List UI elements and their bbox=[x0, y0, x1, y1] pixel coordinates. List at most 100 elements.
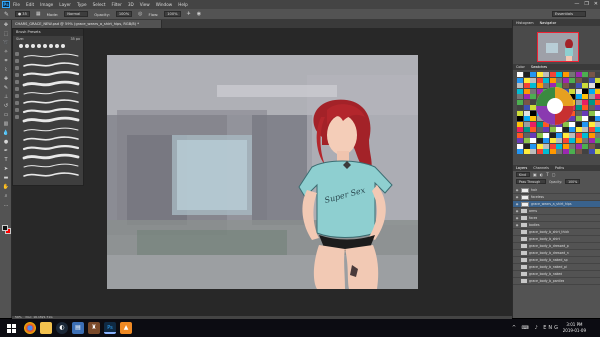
file-explorer-icon[interactable]: ▤ bbox=[72, 322, 84, 334]
blend-mode-select[interactable]: Pass Through bbox=[516, 179, 546, 184]
visibility-eye-icon[interactable]: ◉ bbox=[515, 188, 519, 192]
color-swatch[interactable] bbox=[517, 99, 523, 105]
brush-side-icon-7[interactable] bbox=[15, 94, 19, 98]
eraser-tool-icon[interactable]: ▭ bbox=[2, 112, 10, 119]
layer-name[interactable]: grace_body_b_naked bbox=[529, 272, 562, 276]
color-swatch[interactable] bbox=[588, 88, 595, 94]
layer-row[interactable]: grace_body_b_naked bbox=[513, 271, 600, 278]
brush-side-icon-3[interactable] bbox=[15, 66, 19, 70]
color-swatch[interactable] bbox=[517, 116, 523, 121]
brush-preset-item[interactable] bbox=[22, 107, 80, 115]
visibility-eye-icon[interactable] bbox=[515, 244, 519, 248]
color-swatch[interactable] bbox=[543, 149, 549, 154]
layer-name[interactable]: grace_body_b_dressed_p bbox=[529, 244, 569, 248]
color-swatch[interactable] bbox=[562, 132, 569, 138]
color-swatch[interactable] bbox=[562, 143, 569, 149]
color-swatch[interactable] bbox=[556, 132, 562, 138]
photoshop-taskbar-icon[interactable]: Ps bbox=[104, 322, 116, 334]
color-swatch[interactable] bbox=[595, 88, 600, 94]
layer-row[interactable]: ◉ bodies bbox=[513, 222, 600, 229]
color-swatch[interactable] bbox=[536, 143, 543, 149]
color-swatch[interactable] bbox=[562, 138, 569, 143]
filter-shape-icon[interactable]: ▢ bbox=[552, 172, 556, 177]
system-tray[interactable]: ^ ⌨ ♪ ENG bbox=[512, 325, 560, 331]
brush-tip-8[interactable] bbox=[61, 44, 65, 48]
visibility-eye-icon[interactable] bbox=[515, 272, 519, 276]
color-swatch[interactable] bbox=[582, 116, 588, 121]
color-swatch[interactable] bbox=[523, 121, 530, 127]
color-swatch[interactable] bbox=[582, 121, 588, 127]
layer-row[interactable]: ◉ hair bbox=[513, 187, 600, 194]
crop-tool-icon[interactable]: ⌗ bbox=[2, 58, 10, 65]
layer-name[interactable]: arms bbox=[529, 209, 537, 213]
tab-color[interactable]: Color bbox=[516, 65, 525, 69]
layer-row[interactable]: ◉ faces bbox=[513, 215, 600, 222]
navigator-thumbnail[interactable] bbox=[537, 32, 579, 62]
brush-side-icon-5[interactable] bbox=[15, 80, 19, 84]
color-swatch[interactable] bbox=[556, 149, 562, 154]
color-swatch[interactable] bbox=[523, 94, 530, 99]
taskbar-clock[interactable]: 3:01 PM 2019-01-09 bbox=[563, 322, 586, 334]
layer-row[interactable]: ◉ grace_wears_a_shirt_hips bbox=[513, 201, 600, 208]
color-swatch[interactable] bbox=[588, 127, 595, 132]
healing-tool-icon[interactable]: ✚ bbox=[2, 76, 10, 83]
color-swatch[interactable] bbox=[582, 77, 588, 83]
color-swatch[interactable] bbox=[517, 72, 523, 77]
color-swatch[interactable] bbox=[562, 72, 569, 77]
brush-side-icon-1[interactable] bbox=[15, 52, 19, 56]
color-swatch[interactable] bbox=[575, 149, 582, 154]
layer-name[interactable]: faceless bbox=[531, 195, 544, 199]
menu-3d[interactable]: 3D bbox=[128, 2, 134, 7]
color-swatch[interactable] bbox=[562, 149, 569, 154]
color-swatch[interactable] bbox=[523, 143, 530, 149]
brush-tip-2[interactable] bbox=[25, 44, 29, 48]
document-tab[interactable]: CHARS_GRACE_NEW.psd @ 59% (grace_wears_a… bbox=[12, 20, 162, 28]
brush-preset-item[interactable] bbox=[22, 98, 80, 106]
color-swatch[interactable] bbox=[575, 143, 582, 149]
hand-tool-icon[interactable]: ✋ bbox=[2, 184, 10, 191]
color-swatch[interactable] bbox=[517, 132, 523, 138]
brush-preset-item[interactable] bbox=[22, 126, 80, 134]
close-icon[interactable]: ✕ bbox=[594, 1, 598, 7]
visibility-eye-icon[interactable]: ◉ bbox=[515, 209, 519, 213]
shape-tool-icon[interactable]: ▬ bbox=[2, 175, 10, 182]
brush-tip-6[interactable] bbox=[49, 44, 53, 48]
color-swatch[interactable] bbox=[595, 149, 600, 154]
visibility-eye-icon[interactable] bbox=[515, 279, 519, 283]
brush-preset-item[interactable] bbox=[22, 162, 80, 170]
color-swatch[interactable] bbox=[549, 72, 556, 77]
color-swatch[interactable] bbox=[595, 110, 600, 116]
move-tool-icon[interactable]: ✥ bbox=[2, 22, 10, 29]
brush-tip-5[interactable] bbox=[43, 44, 47, 48]
mode-select[interactable]: Normal bbox=[64, 11, 89, 17]
color-wheel[interactable] bbox=[535, 86, 575, 126]
color-swatch[interactable] bbox=[517, 83, 523, 88]
color-swatch[interactable] bbox=[582, 94, 588, 99]
pressure-size-icon[interactable]: ◉ bbox=[197, 11, 201, 17]
visibility-eye-icon[interactable] bbox=[515, 230, 519, 234]
maximize-icon[interactable]: ❐ bbox=[584, 1, 588, 7]
color-swatch[interactable] bbox=[536, 149, 543, 154]
tab-layers[interactable]: Layers bbox=[516, 166, 527, 170]
color-swatch[interactable] bbox=[517, 121, 523, 127]
layer-name[interactable]: grace_body_b_naked_sp bbox=[529, 258, 568, 262]
menu-help[interactable]: Help bbox=[178, 2, 188, 7]
color-swatch[interactable] bbox=[530, 143, 536, 149]
filter-pixel-icon[interactable]: ▣ bbox=[533, 172, 537, 177]
foreground-color-swatch[interactable] bbox=[2, 225, 8, 231]
color-swatch[interactable] bbox=[582, 143, 588, 149]
layer-row[interactable]: grace_body_b_naked_pi bbox=[513, 264, 600, 271]
document-canvas[interactable]: Super Sex bbox=[107, 55, 418, 289]
color-swatch[interactable] bbox=[556, 127, 562, 132]
color-swatch[interactable] bbox=[575, 138, 582, 143]
color-swatch[interactable] bbox=[543, 132, 549, 138]
clone-stamp-tool-icon[interactable]: ⊥ bbox=[2, 94, 10, 101]
flow-input[interactable]: 100% bbox=[164, 11, 181, 17]
zoom-tool-icon[interactable]: ⌕ bbox=[2, 193, 10, 200]
color-swatch[interactable] bbox=[517, 88, 523, 94]
layer-row[interactable]: grace_body_b_panties bbox=[513, 278, 600, 285]
vlc-icon[interactable]: ▲ bbox=[120, 322, 132, 334]
color-swatch[interactable] bbox=[588, 94, 595, 99]
airbrush-icon[interactable]: ✈ bbox=[187, 11, 191, 17]
color-swatch[interactable] bbox=[549, 138, 556, 143]
